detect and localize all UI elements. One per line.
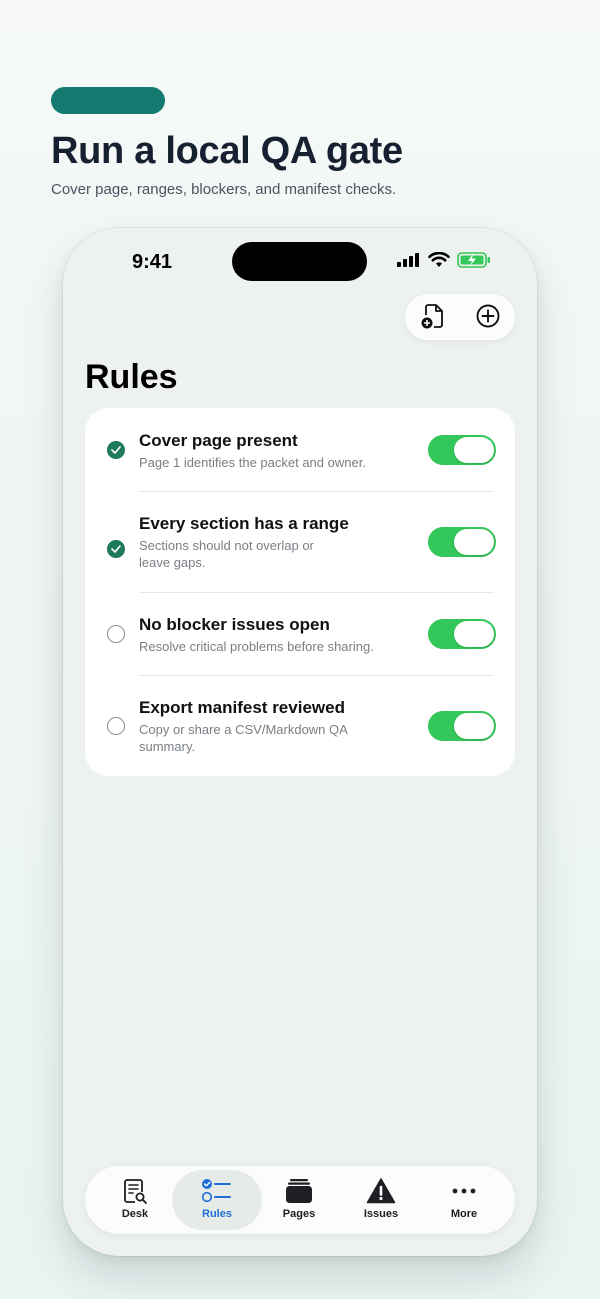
battery-charging-icon [457, 252, 491, 273]
add-document-icon [420, 302, 446, 335]
phone-frame: 9:41 Rules Cover page present Page 1 ide… [63, 228, 537, 1256]
check-done-icon [107, 441, 125, 459]
add-document-button[interactable] [417, 302, 449, 334]
wifi-icon [428, 251, 450, 273]
cellular-signal-icon [397, 253, 421, 272]
more-dots-icon [450, 1176, 478, 1206]
add-circle-icon [475, 303, 501, 334]
rule-row: Every section has a range Sections shoul… [85, 492, 515, 592]
dynamic-island [232, 242, 367, 281]
status-time: 9:41 [132, 251, 173, 273]
promo-subline: Cover page, ranges, blockers, and manife… [51, 181, 397, 198]
rule-toggle[interactable] [428, 711, 496, 741]
check-open-icon [107, 625, 125, 643]
rule-title: Cover page present [139, 431, 298, 450]
tab-issues[interactable]: Issues [340, 1170, 422, 1230]
rule-row: No blocker issues open Resolve critical … [85, 593, 515, 675]
tab-pages[interactable]: Pages [258, 1170, 340, 1230]
tab-label: Rules [202, 1208, 232, 1220]
tab-rules[interactable]: Rules [172, 1170, 262, 1230]
rules-card: Cover page present Page 1 identifies the… [85, 408, 515, 776]
rule-toggle[interactable] [428, 619, 496, 649]
rule-description: Page 1 identifies the packet and owner. [139, 455, 366, 470]
rule-row: Cover page present Page 1 identifies the… [85, 408, 515, 491]
rule-toggle[interactable] [428, 527, 496, 557]
add-rule-button[interactable] [472, 302, 504, 334]
tab-label: Pages [282, 1208, 316, 1220]
tab-label: More [450, 1208, 478, 1220]
tab-label: Desk [121, 1208, 149, 1220]
tab-more[interactable]: More [423, 1170, 505, 1230]
rule-description: Sections should not overlap or leave gap… [139, 538, 314, 570]
promo-accent-pill [51, 87, 165, 114]
rule-row: Export manifest reviewed Copy or share a… [85, 676, 515, 776]
pages-stack-icon [285, 1176, 313, 1206]
checklist-icon [201, 1176, 233, 1206]
tab-desk[interactable]: Desk [94, 1170, 176, 1230]
document-search-icon [122, 1176, 148, 1206]
rule-toggle[interactable] [428, 435, 496, 465]
rule-title: No blocker issues open [139, 615, 330, 634]
warning-icon [366, 1176, 396, 1206]
rule-title: Every section has a range [139, 514, 349, 533]
tab-label: Issues [363, 1208, 399, 1220]
promo-headline: Run a local QA gate [51, 130, 403, 172]
tab-bar: Desk Rules Pages Issues More [85, 1166, 515, 1234]
toolbar [405, 294, 515, 340]
rule-title: Export manifest reviewed [139, 698, 345, 717]
rule-description: Resolve critical problems before sharing… [139, 639, 374, 654]
check-done-icon [107, 540, 125, 558]
check-open-icon [107, 717, 125, 735]
rule-description: Copy or share a CSV/Markdown QA summary. [139, 722, 348, 754]
screen-title: Rules [85, 358, 178, 396]
status-icons [397, 251, 491, 273]
